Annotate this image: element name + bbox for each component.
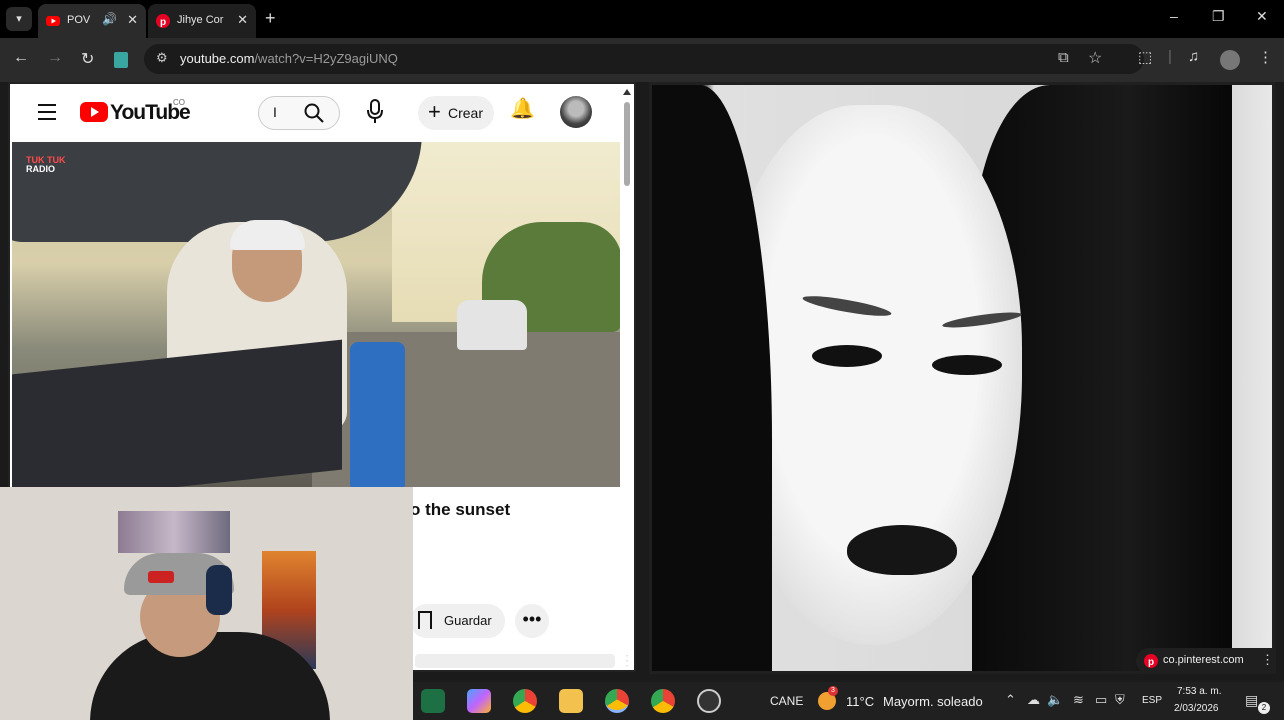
bookmark-icon (418, 611, 432, 629)
display-icon[interactable]: ▭ (1095, 692, 1107, 708)
copilot-icon[interactable] (467, 689, 491, 713)
address-bar[interactable]: ⚙ youtube.com/watch?v=H2yZ9agiUNQ ⧉ ☆ (144, 44, 1144, 74)
weather-badge: 3 (828, 686, 838, 696)
content-placeholder-bar (415, 654, 615, 668)
taskbar-search-label[interactable]: CANE (770, 694, 803, 708)
notification-count: 2 (1258, 702, 1270, 714)
clock-time[interactable]: 7:53 a. m. (1177, 686, 1221, 697)
windows-taskbar: CANE 3 11°C Mayorm. soleado ⌃ ☁ 🔈 ≋ ▭ ⛨ … (413, 682, 1284, 720)
pinterest-favicon-icon: p (156, 14, 170, 28)
youtube-logo-icon[interactable] (80, 102, 108, 122)
account-avatar[interactable] (560, 96, 592, 128)
browser-toolbar: ← → ↻ ⚙ youtube.com/watch?v=H2yZ9agiUNQ … (0, 38, 1284, 82)
tab-youtube[interactable]: POV 🔊 ✕ (38, 4, 146, 38)
channel-watermark: TUK TUK RADIO (26, 155, 66, 174)
media-controls-icon[interactable]: ♫ (1188, 48, 1199, 65)
temperature[interactable]: 11°C (846, 694, 874, 709)
search-icon[interactable] (303, 102, 325, 124)
chrome-profile-icon[interactable] (651, 689, 675, 713)
youtube-header: YouTube CO I + Crear 🔔 (10, 84, 634, 140)
tab-pinterest[interactable]: p Jihye Cor ✕ (148, 4, 256, 38)
link-kebab-icon[interactable]: ⋮ (1261, 652, 1274, 668)
video-car (457, 300, 527, 350)
close-tab-icon[interactable]: ✕ (237, 12, 248, 28)
tab-search-button[interactable]: ▾ (6, 7, 32, 31)
security-icon[interactable]: ⛨ (1115, 692, 1125, 708)
notifications-icon[interactable]: ▤ (1245, 692, 1258, 709)
sidebar-icon[interactable] (114, 52, 128, 68)
notifications-bell-icon[interactable]: 🔔 (510, 96, 535, 121)
video-title: o the sunset (410, 500, 511, 519)
new-tab-button[interactable]: + (265, 8, 276, 29)
close-window-button[interactable]: ✕ (1256, 8, 1268, 25)
extensions-icon[interactable]: ⬚ (1138, 48, 1152, 66)
wall-poster (118, 511, 230, 553)
more-actions-button[interactable]: ••• (515, 604, 549, 638)
pinterest-link-label: co.pinterest.com (1163, 654, 1244, 666)
pinterest-image[interactable] (649, 82, 1275, 674)
scrollbar-thumb[interactable] (624, 102, 630, 186)
show-hidden-icons-chevron-icon[interactable]: ⌃ (1005, 692, 1016, 708)
profile-avatar[interactable] (1220, 50, 1240, 70)
chrome-active-icon[interactable] (605, 689, 629, 713)
photo-eye (812, 345, 882, 367)
scroll-up-arrow-icon[interactable] (623, 89, 631, 95)
excel-icon[interactable] (421, 689, 445, 713)
headphones (206, 565, 232, 615)
bookmark-star-icon[interactable]: ☆ (1088, 48, 1102, 68)
toolbar-divider: | (1168, 48, 1172, 65)
language-indicator[interactable]: ESP (1142, 695, 1162, 706)
panel-kebab-icon[interactable]: ⋮ (620, 652, 634, 669)
photo-lips (847, 525, 957, 575)
plus-icon: + (428, 99, 441, 124)
pinterest-source-link[interactable]: p co.pinterest.com ⋮ (1136, 648, 1276, 674)
youtube-favicon-icon (46, 16, 60, 26)
video-player[interactable]: TUK TUK RADIO (12, 142, 620, 487)
browser-tab-bar: ▾ POV 🔊 ✕ p Jihye Cor ✕ + – ❐ ✕ (0, 0, 1284, 38)
clock-date[interactable]: 2/03/2026 (1174, 703, 1219, 714)
volume-icon[interactable]: 🔈 (1047, 692, 1063, 708)
video-blue-seat (350, 342, 405, 487)
menu-kebab-icon[interactable]: ⋮ (1258, 48, 1273, 66)
save-button[interactable]: Guardar (410, 604, 505, 638)
cloud-icon[interactable]: ☁ (1027, 692, 1040, 708)
chrome-icon[interactable] (513, 689, 537, 713)
create-button[interactable]: + Crear (418, 96, 494, 130)
video-dj-deck (12, 339, 342, 487)
close-tab-icon[interactable]: ✕ (127, 12, 138, 28)
video-dj-cap (230, 220, 305, 250)
svg-text:p: p (160, 17, 166, 28)
search-box[interactable]: I (258, 96, 340, 130)
photo-hair-left (652, 85, 772, 671)
forward-icon[interactable]: → (47, 49, 63, 67)
svg-text:p: p (1148, 657, 1154, 668)
microphone-icon[interactable] (363, 97, 387, 127)
reload-icon[interactable]: ↻ (81, 49, 94, 69)
weather-description[interactable]: Mayorm. soleado (883, 694, 983, 709)
hamburger-menu-icon[interactable] (38, 104, 56, 125)
save-label: Guardar (444, 613, 492, 628)
cap-logo (148, 571, 174, 583)
webcam-overlay (0, 487, 413, 720)
search-input[interactable]: I (273, 104, 277, 120)
region-code: CO (173, 98, 185, 107)
create-label: Crear (448, 105, 484, 121)
pinterest-icon: p (1144, 654, 1158, 668)
wifi-icon[interactable]: ≋ (1073, 692, 1084, 708)
minimize-button[interactable]: – (1170, 8, 1178, 24)
back-icon[interactable]: ← (13, 49, 29, 67)
obs-icon[interactable] (697, 689, 721, 713)
install-app-icon[interactable]: ⧉ (1058, 49, 1069, 66)
photo-eye (932, 355, 1002, 375)
speaker-icon[interactable]: 🔊 (102, 12, 117, 26)
site-info-icon[interactable]: ⚙ (156, 50, 168, 66)
maximize-button[interactable]: ❐ (1212, 8, 1225, 25)
screen: ▾ POV 🔊 ✕ p Jihye Cor ✕ + – ❐ ✕ ← → ↻ ⚙ … (0, 0, 1284, 720)
tab-title: Jihye Cor (177, 14, 224, 26)
url-text[interactable]: youtube.com/watch?v=H2yZ9agiUNQ (180, 51, 398, 66)
file-explorer-icon[interactable] (559, 689, 583, 713)
